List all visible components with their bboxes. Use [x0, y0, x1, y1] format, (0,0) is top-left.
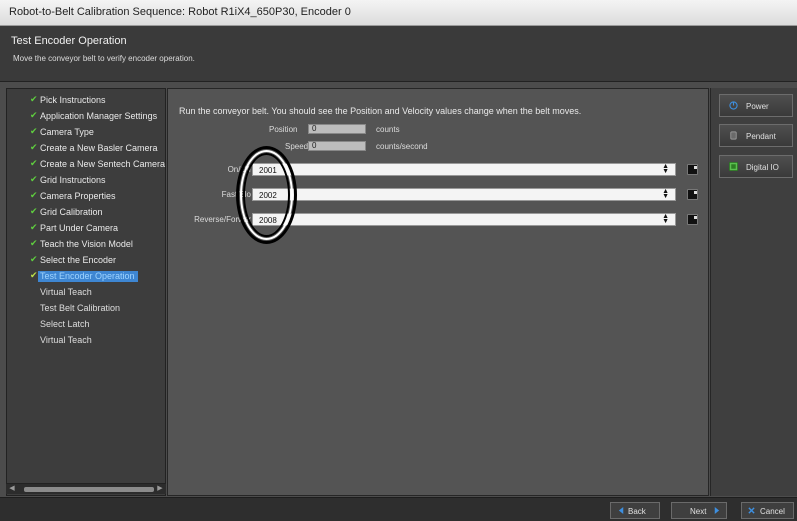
- step-label: Grid Instructions: [40, 175, 106, 185]
- checkmark-icon: ✔: [30, 206, 38, 216]
- pendant-label: Pendant: [746, 132, 776, 141]
- checkmark-icon: ✔: [30, 126, 38, 136]
- step-label: Select Latch: [40, 319, 90, 329]
- step-item[interactable]: Virtual Teach: [7, 333, 165, 349]
- checkmark-icon: ✔: [30, 94, 38, 104]
- side-panel: [710, 88, 797, 496]
- scroll-right-icon[interactable]: ▶: [156, 485, 164, 493]
- step-label: Teach the Vision Model: [40, 239, 133, 249]
- step-item[interactable]: ✔ Grid Instructions: [7, 173, 165, 189]
- step-label: Virtual Teach: [40, 287, 92, 297]
- checkmark-icon: ✔: [30, 110, 38, 120]
- step-label: Create a New Basler Camera: [40, 143, 158, 153]
- step-label: Grid Calibration: [40, 207, 103, 217]
- step-item[interactable]: ✔ Create a New Basler Camera: [7, 141, 165, 157]
- window-title: Robot-to-Belt Calibration Sequence: Robo…: [9, 6, 351, 18]
- io-select-on-off[interactable]: 2001 ▲ ▼: [252, 163, 676, 176]
- io-state-indicator[interactable]: [687, 189, 698, 200]
- power-button[interactable]: Power: [719, 94, 793, 117]
- spinner-icon[interactable]: ▲ ▼: [662, 188, 669, 200]
- step-item[interactable]: ✔ Test Encoder Operation: [7, 269, 165, 285]
- speed-value: 0: [308, 141, 366, 151]
- position-label: Position: [269, 125, 298, 134]
- step-title: Test Encoder Operation: [11, 35, 127, 47]
- io-state-indicator[interactable]: [687, 164, 698, 175]
- io-state-indicator[interactable]: [687, 214, 698, 225]
- position-value: 0: [308, 124, 366, 134]
- position-unit: counts: [376, 125, 400, 134]
- step-item[interactable]: ✔ Part Under Camera: [7, 221, 165, 237]
- scroll-left-icon[interactable]: ◀: [8, 485, 16, 493]
- step-item[interactable]: Select Latch: [7, 317, 165, 333]
- checkmark-icon: ✔: [30, 142, 38, 152]
- step-item[interactable]: ✔ Select the Encoder: [7, 253, 165, 269]
- step-label: Pick Instructions: [40, 95, 106, 105]
- step-label: Application Manager Settings: [40, 111, 158, 121]
- step-label: Test Encoder Operation: [38, 271, 138, 282]
- spinner-icon[interactable]: ▲ ▼: [662, 213, 669, 225]
- step-label: Create a New Sentech Camera: [40, 159, 166, 169]
- step-label: Select the Encoder: [40, 255, 117, 265]
- step-item[interactable]: ✔ Camera Properties: [7, 189, 165, 205]
- instruction-text: Run the conveyor belt. You should see th…: [179, 106, 582, 116]
- step-item[interactable]: ✔ Camera Type: [7, 125, 165, 141]
- pendant-button[interactable]: Pendant: [719, 124, 793, 147]
- io-select-reverse-forward[interactable]: 2008 ▲ ▼: [252, 213, 676, 226]
- checkmark-icon: ✔: [30, 174, 38, 184]
- step-label: Virtual Teach: [40, 335, 92, 345]
- checkmark-icon: ✔: [30, 238, 38, 248]
- main-pane: [167, 88, 709, 496]
- step-item[interactable]: ✔ Pick Instructions: [7, 93, 165, 109]
- cancel-button[interactable]: Cancel: [741, 502, 794, 519]
- step-item[interactable]: Test Belt Calibration: [7, 301, 165, 317]
- window-titlebar: Robot-to-Belt Calibration Sequence: Robo…: [0, 0, 797, 26]
- back-button[interactable]: Back: [610, 502, 660, 519]
- power-label: Power: [746, 102, 769, 111]
- speed-unit: counts/second: [376, 142, 428, 151]
- step-label: Test Belt Calibration: [40, 303, 121, 313]
- step-label: Camera Type: [40, 127, 94, 137]
- power-icon: [729, 101, 738, 110]
- digital-io-button[interactable]: Digital IO: [719, 155, 793, 178]
- next-arrow-icon: [714, 507, 720, 514]
- step-item[interactable]: ✔ Create a New Sentech Camera: [7, 157, 165, 173]
- step-label: Camera Properties: [40, 191, 116, 201]
- checkmark-icon: ✔: [30, 190, 38, 200]
- next-button[interactable]: Next: [671, 502, 727, 519]
- scrollbar-thumb[interactable]: [24, 487, 154, 492]
- back-label: Back: [628, 507, 646, 516]
- cancel-icon: [748, 507, 755, 514]
- digital-io-label: Digital IO: [746, 163, 779, 172]
- step-item[interactable]: ✔ Application Manager Settings: [7, 109, 165, 125]
- step-item[interactable]: ✔ Teach the Vision Model: [7, 237, 165, 253]
- checkmark-icon: ✔: [30, 254, 38, 264]
- checkmark-icon: ✔: [30, 270, 38, 280]
- cancel-label: Cancel: [760, 507, 785, 516]
- step-item[interactable]: ✔ Grid Calibration: [7, 205, 165, 221]
- step-header: Test Encoder Operation Move the conveyor…: [0, 26, 797, 82]
- digital-io-icon: [729, 162, 738, 171]
- pendant-icon: [730, 131, 737, 140]
- step-label: Part Under Camera: [40, 223, 119, 233]
- checkmark-icon: ✔: [30, 158, 38, 168]
- step-description: Move the conveyor belt to verify encoder…: [13, 54, 195, 63]
- spinner-icon[interactable]: ▲ ▼: [662, 163, 669, 175]
- next-label: Next: [690, 507, 707, 516]
- steps-horizontal-scrollbar[interactable]: ◀ ▶: [6, 483, 166, 494]
- checkmark-icon: ✔: [30, 222, 38, 232]
- back-arrow-icon: [618, 507, 624, 514]
- steps-pane: ✔ Pick Instructions ✔ Application Manager S…: [6, 88, 166, 496]
- io-select-fast-slow[interactable]: 2002 ▲ ▼: [252, 188, 676, 201]
- highlight-ellipse-core: [243, 153, 290, 237]
- speed-label: Speed: [285, 142, 309, 151]
- steps-list: ✔ Pick Instructions ✔ Application Manager S…: [7, 93, 165, 349]
- step-item[interactable]: Virtual Teach: [7, 285, 165, 301]
